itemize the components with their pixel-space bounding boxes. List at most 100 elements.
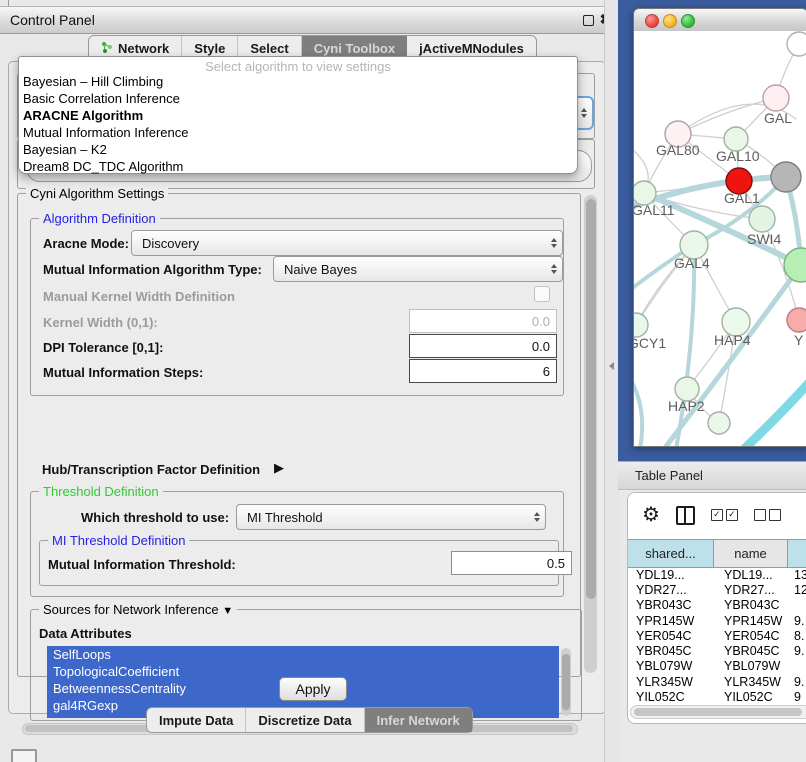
kernel-width-field[interactable]: 0.0 [409,309,557,333]
table-row[interactable]: YDR27...YDR27...12 [628,582,806,597]
sources-group-title: Sources for Network Inference ▼ [39,602,237,617]
network-node[interactable] [784,248,806,282]
select-all-checkboxes-icon[interactable]: ✓✓ [711,509,738,521]
data-attributes-label: Data Attributes [39,626,132,641]
node-label: Y [794,332,804,348]
table-cell: YER054C [714,629,788,643]
zoom-traffic-light-icon[interactable] [681,14,695,28]
table-header-row: shared... name [628,539,806,568]
table-row[interactable]: YBL079WYBL079W [628,659,806,674]
table-cell: 8. [788,629,806,643]
which-threshold-label: Which threshold to use: [81,510,229,525]
mi-threshold-field[interactable]: 0.5 [451,551,572,575]
which-threshold-select[interactable]: MI Threshold [236,504,546,530]
table-hscrollbar-thumb[interactable] [634,708,802,716]
network-window-titlebar[interactable] [634,9,806,32]
network-node[interactable] [787,308,806,332]
tab-infer-network[interactable]: Infer Network [365,708,472,732]
network-node[interactable] [763,85,789,111]
tab-label: Discretize Data [258,713,351,728]
algorithm-option[interactable]: Dream8 DC_TDC Algorithm [23,158,573,175]
sources-group: Sources for Network Inference ▼ Data Att… [30,609,582,721]
gear-icon[interactable]: ⚙ [642,505,660,525]
column-header-shared-name[interactable]: shared... [628,540,714,567]
tab-discretize-data[interactable]: Discretize Data [246,708,364,732]
mi-threshold-label: Mutual Information Threshold: [48,557,236,572]
minimize-traffic-light-icon[interactable] [663,14,677,28]
node-label: GAL80 [656,142,700,158]
table-cell: YPR145W [714,614,788,628]
stepper-icon [551,264,557,274]
attributes-scrollbar[interactable] [561,648,571,716]
hub-definition-toggle[interactable]: Hub/Transcription Factor Definition [42,462,260,477]
aracne-mode-select[interactable]: Discovery [131,230,563,256]
table-cell: YIL052C [628,690,714,704]
dpi-tolerance-field[interactable]: 0.0 [409,334,557,358]
minimized-panel-icon[interactable] [11,749,37,762]
apply-button[interactable]: Apply [279,677,347,701]
node-label: SWI4 [747,231,781,247]
network-icon [101,41,113,56]
network-node[interactable] [771,162,801,192]
algorithm-option[interactable]: ARACNE Algorithm [23,107,573,124]
network-canvas[interactable]: GALGAL80GAL10GAL1GAL11SWI4GAL4GCY1HAP4YH… [634,31,806,446]
deselect-all-checkboxes-icon[interactable] [754,509,781,521]
mi-steps-field[interactable]: 6 [409,359,557,383]
network-node[interactable] [708,412,730,434]
table-cell: YDR27... [714,583,788,597]
table-cell: YBL079W [714,659,788,673]
table-row[interactable]: YER054CYER054C8. [628,628,806,643]
column-header-partial[interactable] [788,540,806,567]
close-traffic-light-icon[interactable] [645,14,659,28]
tab-impute-data[interactable]: Impute Data [147,708,246,732]
table-row[interactable]: YLR345WYLR345W9. [628,674,806,689]
mi-threshold-value: 0.5 [547,556,565,571]
mi-steps-value: 6 [543,364,550,379]
table-row[interactable]: YBR045CYBR045C9. [628,643,806,658]
table-panel: ⚙ ✓✓ shared... name YDL19...YDL19...13YD… [627,492,806,724]
panel-splitter[interactable] [604,0,619,762]
table-row[interactable]: YDL19...YDL19...13 [628,567,806,582]
tab-label: Impute Data [159,713,233,728]
network-edge [742,375,806,446]
float-window-icon[interactable] [583,15,594,26]
collapse-down-icon[interactable]: ▼ [222,605,233,617]
algorithm-option[interactable]: Bayesian – K2 [23,141,573,158]
network-svg: GALGAL80GAL10GAL1GAL11SWI4GAL4GCY1HAP4YH… [634,31,806,446]
table-cell: YBR043C [628,598,714,612]
control-panel-titlebar: Control Panel ✖ [0,6,620,34]
which-threshold-value: MI Threshold [247,510,323,525]
network-node[interactable] [634,313,648,337]
algorithm-option[interactable]: Mutual Information Inference [23,124,573,141]
table-cell: YBR045C [714,644,788,658]
algorithm-option[interactable]: Bayesian – Hill Climbing [23,73,573,90]
algorithm-definition-group: Algorithm Definition Aracne Mode: Discov… [30,218,564,396]
settings-vscrollbar[interactable] [584,195,597,673]
table-cell: YIL052C [714,690,788,704]
tab-label: Cyni Toolbox [314,41,395,56]
table-row[interactable]: YIL052CYIL052C9 [628,689,806,704]
tab-label: Select [250,41,288,56]
attribute-item[interactable]: SelfLoops [47,646,559,663]
manual-kernel-checkbox[interactable] [534,286,550,302]
table-cell: 12 [788,583,806,597]
network-node[interactable] [749,206,775,232]
stepper-icon [581,108,587,118]
table-row[interactable]: YBR043CYBR043C [628,598,806,613]
splitter-handle[interactable] [609,362,614,370]
settings-vscrollbar-thumb[interactable] [586,199,596,599]
network-node[interactable] [787,32,806,56]
attributes-scrollbar-thumb[interactable] [562,654,570,710]
column-header-name[interactable]: name [714,540,788,567]
mi-type-select[interactable]: Naive Bayes [273,256,563,282]
table-row[interactable]: YPR145WYPR145W9. [628,613,806,628]
expand-right-icon[interactable]: ▶ [274,460,284,476]
table-cell: YDL19... [714,568,788,582]
table-cell: 9. [788,614,806,628]
node-label: HAP2 [668,398,705,414]
columns-icon[interactable] [676,506,695,525]
table-cell: YBL079W [628,659,714,673]
table-panel-titlebar: Table Panel [618,461,806,490]
table-hscrollbar[interactable] [630,705,806,719]
algorithm-option[interactable]: Basic Correlation Inference [23,90,573,107]
